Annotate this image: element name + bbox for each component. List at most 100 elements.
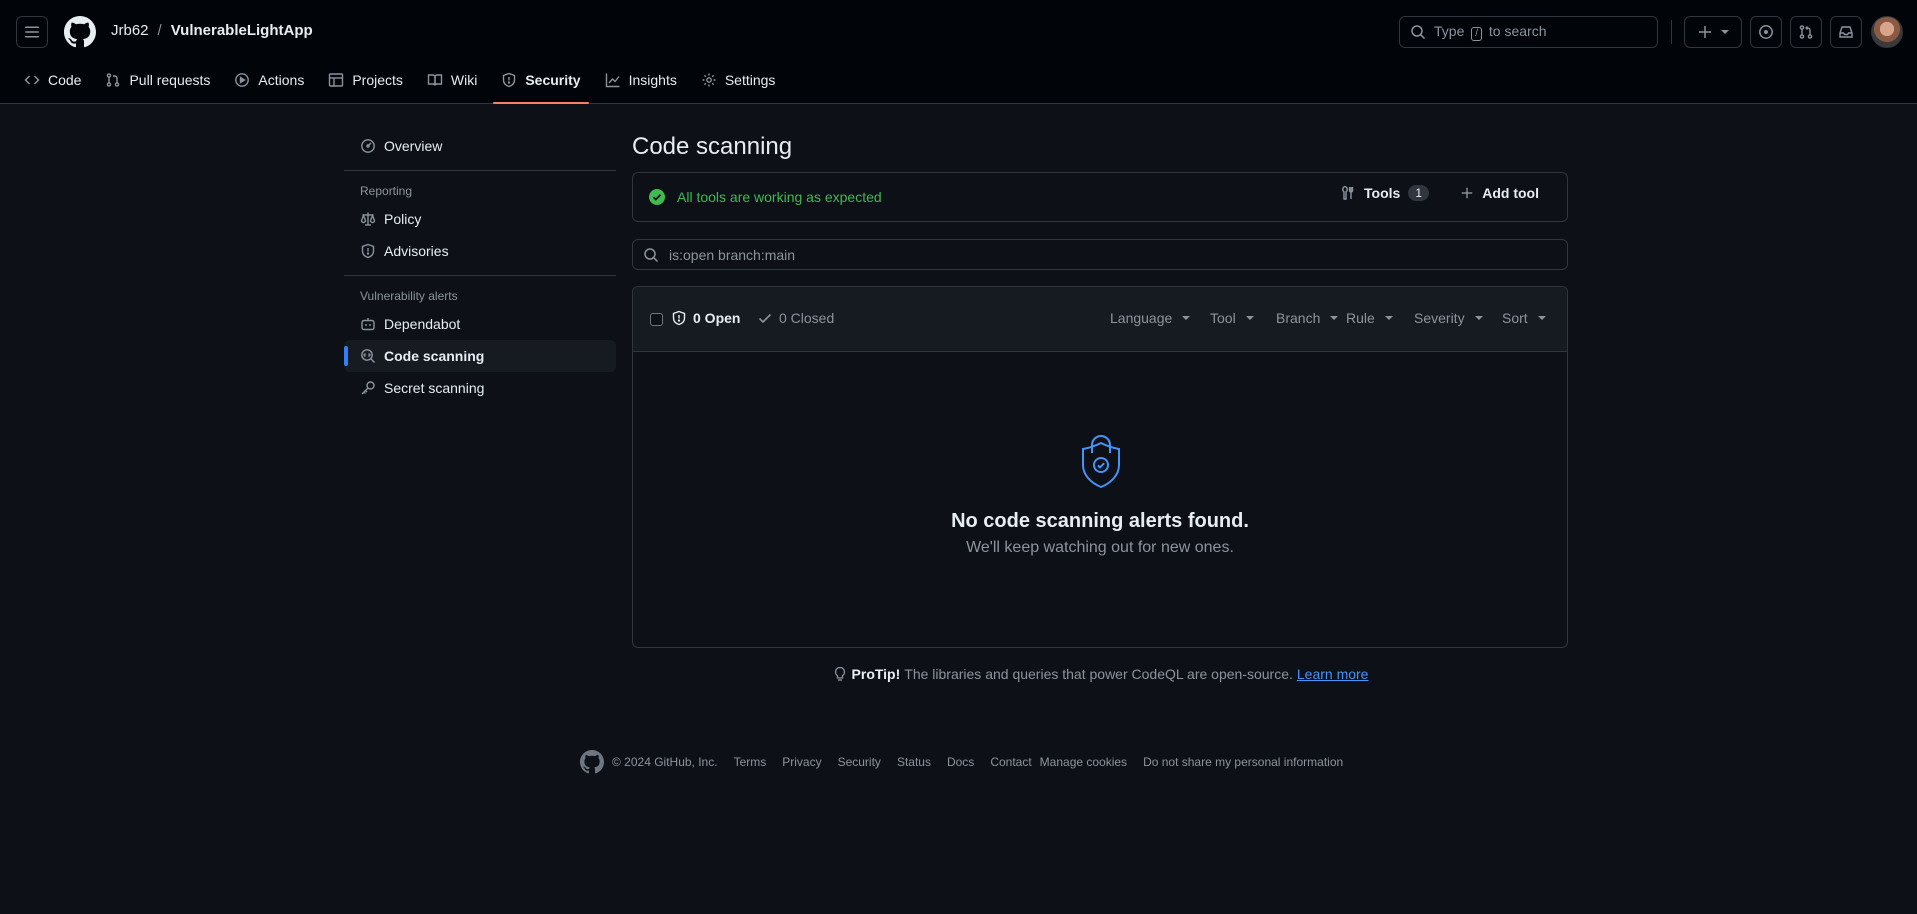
play-icon bbox=[235, 73, 250, 87]
site-footer: © 2024 GitHub, Inc. Terms Privacy Securi… bbox=[580, 750, 1359, 774]
tool-filter-dropdown[interactable]: Tool bbox=[1210, 310, 1254, 326]
sidebar-item-secret-scanning[interactable]: Secret scanning bbox=[344, 372, 616, 404]
tab-actions[interactable]: Actions bbox=[226, 64, 312, 96]
inbox-button[interactable] bbox=[1830, 16, 1862, 48]
book-icon bbox=[427, 74, 443, 86]
chevron-down-icon bbox=[1721, 30, 1729, 34]
select-all-checkbox[interactable] bbox=[650, 313, 663, 326]
chevron-down-icon bbox=[1474, 316, 1483, 320]
tab-projects[interactable]: Projects bbox=[320, 64, 411, 96]
tab-wiki[interactable]: Wiki bbox=[419, 64, 485, 96]
dependabot-icon bbox=[361, 318, 375, 331]
shield-icon bbox=[672, 310, 686, 326]
branch-filter-dropdown[interactable]: Branch bbox=[1276, 310, 1339, 326]
tab-security[interactable]: Security bbox=[493, 64, 589, 104]
add-tool-button[interactable]: Add tool bbox=[1460, 185, 1539, 201]
app-header: Jrb62 / VulnerableLightApp Type / to sea… bbox=[0, 0, 1917, 104]
repo-owner-link[interactable]: Jrb62 bbox=[111, 22, 149, 39]
issues-button[interactable] bbox=[1750, 16, 1782, 48]
code-icon bbox=[24, 75, 40, 85]
create-new-button[interactable] bbox=[1684, 16, 1742, 48]
protip-text: The libraries and queries that power Cod… bbox=[904, 666, 1293, 682]
repo-tabs: Code Pull requests Actions Projects Wiki… bbox=[16, 64, 791, 104]
closed-alerts-filter[interactable]: 0 Closed bbox=[757, 310, 834, 326]
filter-input[interactable] bbox=[669, 246, 1549, 263]
shield-icon bbox=[503, 72, 516, 88]
meter-icon bbox=[361, 139, 375, 153]
issue-opened-icon bbox=[1759, 25, 1773, 39]
github-logo-icon[interactable] bbox=[580, 750, 604, 774]
protip-label: ProTip! bbox=[851, 666, 901, 682]
tab-pull-requests[interactable]: Pull requests bbox=[97, 64, 218, 96]
tools-icon bbox=[1342, 185, 1354, 200]
chevron-down-icon bbox=[1330, 316, 1339, 320]
rule-filter-dropdown[interactable]: Rule bbox=[1346, 310, 1393, 326]
tab-settings[interactable]: Settings bbox=[693, 64, 784, 96]
security-sidebar: Overview Reporting Policy Advisories Vul… bbox=[344, 130, 616, 404]
learn-more-link[interactable]: Learn more bbox=[1297, 666, 1369, 682]
avatar[interactable] bbox=[1871, 16, 1903, 48]
sidebar-group-reporting: Reporting bbox=[360, 184, 413, 198]
menu-button[interactable] bbox=[16, 16, 48, 48]
chevron-down-icon bbox=[1245, 316, 1254, 320]
footer-link-status[interactable]: Status bbox=[897, 755, 931, 769]
plus-icon bbox=[1461, 187, 1473, 199]
search-input[interactable]: Type / to search bbox=[1399, 16, 1658, 48]
table-icon bbox=[329, 73, 344, 87]
git-pull-request-icon bbox=[1799, 25, 1813, 39]
github-logo-icon[interactable] bbox=[64, 16, 96, 48]
tools-button[interactable]: Tools 1 bbox=[1340, 185, 1429, 201]
empty-state-subtitle: We'll keep watching out for new ones. bbox=[966, 539, 1234, 556]
sidebar-item-dependabot[interactable]: Dependabot bbox=[344, 308, 616, 340]
language-filter-dropdown[interactable]: Language bbox=[1110, 310, 1191, 326]
footer-link-security[interactable]: Security bbox=[838, 755, 881, 769]
repo-name-link[interactable]: VulnerableLightApp bbox=[171, 22, 313, 39]
git-pull-request-icon bbox=[107, 73, 120, 87]
footer-manage-cookies[interactable]: Manage cookies bbox=[1040, 755, 1127, 769]
status-message: All tools are working as expected bbox=[677, 189, 882, 205]
search-icon bbox=[1411, 25, 1426, 40]
key-icon bbox=[361, 381, 375, 395]
sidebar-divider bbox=[344, 170, 616, 171]
severity-filter-dropdown[interactable]: Severity bbox=[1414, 310, 1483, 326]
chevron-down-icon bbox=[1537, 316, 1546, 320]
empty-state bbox=[633, 352, 1567, 647]
graph-icon bbox=[605, 73, 620, 88]
sidebar-divider bbox=[344, 275, 616, 276]
tool-status-banner: All tools are working as expected Tools … bbox=[632, 172, 1568, 222]
breadcrumb: Jrb62 / VulnerableLightApp bbox=[111, 22, 313, 39]
light-bulb-icon bbox=[834, 666, 845, 681]
sidebar-item-code-scanning[interactable]: Code scanning bbox=[344, 340, 616, 372]
open-alerts-filter[interactable]: 0 Open bbox=[671, 310, 740, 326]
shield-icon bbox=[361, 243, 375, 259]
shield-lock-icon bbox=[1079, 431, 1123, 489]
alert-filter-bar bbox=[632, 239, 1568, 270]
tab-insights[interactable]: Insights bbox=[597, 64, 685, 96]
search-shortcut-key: / bbox=[1471, 27, 1483, 41]
search-icon bbox=[644, 247, 659, 262]
pull-requests-button[interactable] bbox=[1790, 16, 1822, 48]
sidebar-item-overview[interactable]: Overview bbox=[344, 130, 616, 162]
chevron-down-icon bbox=[1384, 316, 1393, 320]
sidebar-item-policy[interactable]: Policy bbox=[344, 203, 616, 235]
footer-do-not-share[interactable]: Do not share my personal information bbox=[1143, 755, 1343, 769]
footer-link-contact[interactable]: Contact bbox=[990, 755, 1031, 769]
footer-link-privacy[interactable]: Privacy bbox=[782, 755, 821, 769]
sidebar-group-vulnerability-alerts: Vulnerability alerts bbox=[360, 289, 458, 303]
footer-copyright: © 2024 GitHub, Inc. bbox=[612, 755, 718, 769]
footer-link-terms[interactable]: Terms bbox=[734, 755, 767, 769]
page-title: Code scanning bbox=[632, 133, 793, 160]
sidebar-item-advisories[interactable]: Advisories bbox=[344, 235, 616, 267]
tab-code[interactable]: Code bbox=[16, 64, 89, 96]
check-circle-fill-icon bbox=[649, 189, 665, 205]
tools-count-badge: 1 bbox=[1408, 185, 1429, 201]
check-icon bbox=[758, 313, 772, 324]
chevron-down-icon bbox=[1182, 316, 1191, 320]
breadcrumb-separator: / bbox=[157, 22, 162, 39]
footer-link-docs[interactable]: Docs bbox=[947, 755, 974, 769]
codescan-icon bbox=[361, 349, 375, 363]
alerts-list-header: 0 Open 0 Closed Language Tool Branch Rul… bbox=[633, 287, 1567, 352]
sort-dropdown[interactable]: Sort bbox=[1502, 310, 1546, 326]
gear-icon bbox=[702, 73, 716, 87]
alerts-list: 0 Open 0 Closed Language Tool Branch Rul… bbox=[632, 286, 1568, 648]
